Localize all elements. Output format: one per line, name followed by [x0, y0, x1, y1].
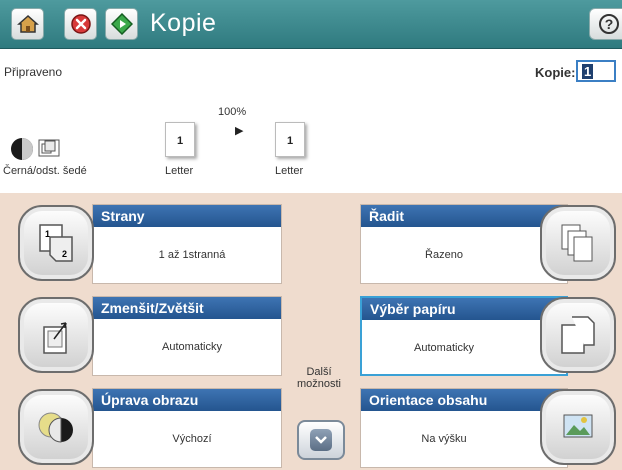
svg-text:?: ?	[605, 16, 614, 32]
paper-select-icon	[561, 316, 595, 354]
home-button[interactable]	[11, 8, 44, 40]
orientation-button[interactable]	[540, 389, 616, 465]
output-page-preview: 1	[275, 122, 305, 157]
title-bar: Kopie ?	[0, 0, 622, 49]
paper-select-value: Automaticky	[414, 342, 474, 354]
sides-title: Strany	[93, 205, 281, 227]
collate-title: Řadit	[361, 205, 567, 227]
svg-text:2: 2	[62, 249, 67, 259]
resize-value: Automaticky	[162, 341, 222, 353]
status-text: Připraveno	[4, 65, 63, 79]
image-adjust-button[interactable]	[18, 389, 94, 465]
collate-option[interactable]: Řadit Řazeno	[360, 204, 568, 284]
image-adjust-icon	[38, 412, 73, 443]
collate-button[interactable]	[540, 205, 616, 281]
page-title: Kopie	[150, 9, 217, 37]
orientation-value: Na výšku	[421, 433, 467, 445]
more-options-label: Další možnosti	[288, 366, 350, 390]
resize-option[interactable]: Zmenšit/Zvětšit Automaticky	[92, 296, 282, 376]
copies-value: 1	[582, 64, 594, 79]
collate-icon	[561, 224, 593, 262]
sides-value: 1 až 1stranná	[158, 249, 226, 261]
image-adjust-value: Výchozí	[172, 433, 212, 445]
orientation-title: Orientace obsahu	[361, 389, 567, 411]
help-icon: ?	[599, 14, 619, 34]
paper-select-button[interactable]	[540, 297, 616, 373]
arrow-right-icon: ▶	[235, 125, 244, 137]
paper-select-title: Výběr papíru	[362, 298, 566, 320]
resize-icon	[43, 322, 67, 354]
zoom-level: 100%	[218, 106, 247, 118]
orientation-option[interactable]: Orientace obsahu Na výšku	[360, 388, 568, 468]
output-paper-size: Letter	[275, 165, 304, 177]
input-paper-size: Letter	[165, 165, 194, 177]
start-copy-button[interactable]	[105, 8, 138, 40]
home-icon	[16, 14, 39, 33]
start-icon	[110, 13, 133, 35]
stop-icon	[70, 14, 91, 34]
resize-button[interactable]	[18, 297, 94, 373]
more-options-label-line2: možnosti	[296, 378, 342, 390]
collate-value: Řazeno	[425, 249, 463, 261]
resize-title: Zmenšit/Zvětšit	[93, 297, 281, 319]
sides-option[interactable]: Strany 1 až 1stranná	[92, 204, 282, 284]
copies-label: Kopie:	[535, 65, 576, 80]
more-options-label-line1: Další	[306, 366, 332, 378]
paper-select-option[interactable]: Výběr papíru Automaticky	[360, 296, 568, 376]
input-page-preview: 1	[165, 122, 195, 157]
orientation-icon	[563, 414, 593, 438]
image-adjust-option[interactable]: Úprava obrazu Výchozí	[92, 388, 282, 468]
duplex-icon: 1 2	[39, 224, 73, 262]
color-mode-label: Černá/odst. šedé	[3, 165, 87, 177]
copies-input[interactable]: 1	[576, 60, 616, 82]
more-options-button[interactable]	[297, 420, 345, 460]
stop-button[interactable]	[64, 8, 97, 40]
chevron-down-icon	[310, 429, 332, 451]
sides-button[interactable]: 1 2	[18, 205, 94, 281]
color-mode-icon[interactable]	[10, 133, 64, 163]
image-adjust-title: Úprava obrazu	[93, 389, 281, 411]
help-button[interactable]: ?	[589, 8, 622, 40]
